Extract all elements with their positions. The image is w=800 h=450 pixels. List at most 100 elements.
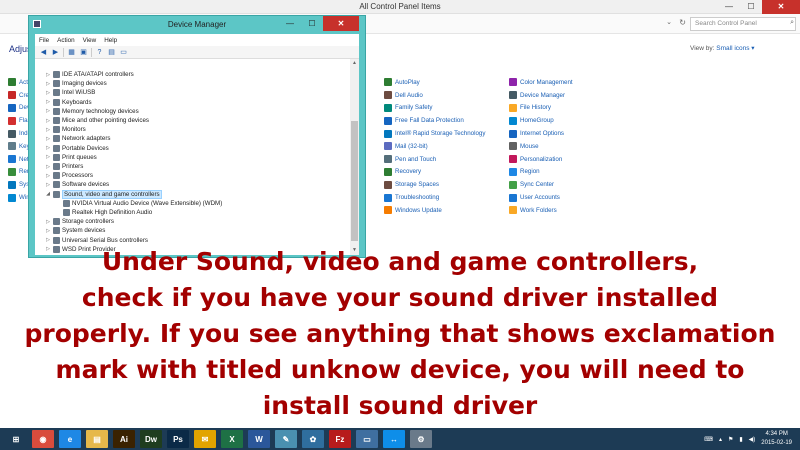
tree-item-ide-ata-atapi-controllers[interactable]: ▷ IDE ATA/ATAPI controllers: [45, 70, 134, 79]
cp-item-mouse[interactable]: Mouse: [509, 140, 573, 153]
expand-arrow-icon[interactable]: ▷: [45, 182, 51, 188]
tree-item-storage-controllers[interactable]: ▷ Storage controllers: [45, 217, 114, 226]
menu-action[interactable]: Action: [57, 37, 75, 44]
cp-item-device-manager[interactable]: Device Manager: [509, 89, 573, 102]
expand-arrow-icon[interactable]: ▷: [45, 90, 51, 96]
tree-item-software-devices[interactable]: ▷ Software devices: [45, 180, 109, 189]
menu-help[interactable]: Help: [104, 37, 117, 44]
view-by-dropdown[interactable]: Small icons ▾: [716, 45, 754, 52]
tree-item-imaging-devices[interactable]: ▷ Imaging devices: [45, 79, 107, 88]
dreamweaver-icon[interactable]: Dw: [140, 430, 162, 448]
menu-file[interactable]: File: [39, 37, 49, 44]
cp-item-windows-update[interactable]: Windows Update: [384, 204, 485, 217]
keyboard-icon[interactable]: ⌨: [704, 436, 713, 443]
tree-item-nvidia-virtual-audio-device-wave-extensible-wdm[interactable]: NVIDIA Virtual Audio Device (Wave Extens…: [55, 199, 222, 208]
cp-item-work-folders[interactable]: Work Folders: [509, 204, 573, 217]
monitor-icon[interactable]: ▭: [119, 48, 128, 57]
cp-item-recovery[interactable]: Recovery: [384, 166, 485, 179]
expand-arrow-icon[interactable]: ▷: [45, 99, 51, 105]
update-icon[interactable]: ▣: [79, 48, 88, 57]
photoshop-icon[interactable]: Ps: [167, 430, 189, 448]
expand-arrow-icon[interactable]: ▷: [45, 118, 51, 124]
cp-item-file-history[interactable]: File History: [509, 102, 573, 115]
tree-item-sound-video-and-game-controllers[interactable]: ◢ Sound, video and game controllers: [45, 189, 162, 199]
cp-item-pen-and-touch[interactable]: Pen and Touch: [384, 153, 485, 166]
cp-item-storage-spaces[interactable]: Storage Spaces: [384, 178, 485, 191]
cp-item-user-accounts[interactable]: User Accounts: [509, 191, 573, 204]
chevron-down-icon[interactable]: ⌄: [666, 18, 672, 26]
cp-item-mail-32-bit[interactable]: Mail (32-bit): [384, 140, 485, 153]
tree-item-system-devices[interactable]: ▷ System devices: [45, 226, 105, 235]
expand-arrow-icon[interactable]: ▷: [45, 81, 51, 87]
expand-arrow-icon[interactable]: ▷: [45, 219, 51, 225]
expand-arrow-icon[interactable]: ▷: [45, 136, 51, 142]
word-icon[interactable]: W: [248, 430, 270, 448]
chevron-up-icon[interactable]: ▴: [719, 436, 722, 443]
illustrator-icon[interactable]: Ai: [113, 430, 135, 448]
filezilla-icon[interactable]: Fz: [329, 430, 351, 448]
cp-item-personalization[interactable]: Personalization: [509, 153, 573, 166]
cp-item-color-management[interactable]: Color Management: [509, 76, 573, 89]
cp-item-family-safety[interactable]: Family Safety: [384, 102, 485, 115]
expand-arrow-icon[interactable]: ▷: [45, 228, 51, 234]
teamviewer-icon[interactable]: ↔: [383, 430, 405, 448]
tree-item-mice-and-other-pointing-devices[interactable]: ▷ Mice and other pointing devices: [45, 116, 149, 125]
explorer-icon[interactable]: ▤: [86, 430, 108, 448]
excel-icon[interactable]: X: [221, 430, 243, 448]
tree-item-print-queues[interactable]: ▷ Print queues: [45, 153, 97, 162]
close-button[interactable]: ✕: [762, 0, 800, 14]
cp-item-dell-audio[interactable]: Dell Audio: [384, 89, 485, 102]
expand-arrow-icon[interactable]: ▷: [45, 108, 51, 114]
expand-arrow-icon[interactable]: ▷: [45, 127, 51, 133]
expand-arrow-icon[interactable]: ▷: [45, 237, 51, 243]
maximize-button[interactable]: ☐: [740, 0, 762, 14]
ie-icon[interactable]: e: [59, 430, 81, 448]
dm-maximize-button[interactable]: ☐: [301, 16, 323, 31]
expand-arrow-icon[interactable]: ▷: [45, 145, 51, 151]
cp-item-sync-center[interactable]: Sync Center: [509, 178, 573, 191]
remote-icon[interactable]: ▭: [356, 430, 378, 448]
tree-item-intel-wiusb[interactable]: ▷ Intel WiUSB: [45, 88, 95, 97]
tree-item-processors[interactable]: ▷ Processors: [45, 171, 93, 180]
cp-item-free-fall-data-protection[interactable]: Free Fall Data Protection: [384, 114, 485, 127]
properties-icon[interactable]: ▦: [67, 48, 76, 57]
tree-item-monitors[interactable]: ▷ Monitors: [45, 125, 86, 134]
tree-item-portable-devices[interactable]: ▷ Portable Devices: [45, 144, 109, 153]
tree-item-printers[interactable]: ▷ Printers: [45, 162, 83, 171]
cp-item-region[interactable]: Region: [509, 166, 573, 179]
volume-icon[interactable]: ◀): [749, 436, 756, 443]
expand-arrow-icon[interactable]: ▷: [45, 72, 51, 78]
network-icon[interactable]: ▮: [739, 436, 742, 443]
expand-arrow-icon[interactable]: ▷: [45, 173, 51, 179]
cp-item-internet-options[interactable]: Internet Options: [509, 127, 573, 140]
expand-arrow-icon[interactable]: ▷: [45, 164, 51, 170]
tree-item-memory-technology-devices[interactable]: ▷ Memory technology devices: [45, 107, 139, 116]
menu-view[interactable]: View: [83, 37, 97, 44]
cp-item-autoplay[interactable]: AutoPlay: [384, 76, 485, 89]
dm-close-button[interactable]: ✕: [323, 16, 359, 31]
chrome-icon[interactable]: ◉: [32, 430, 54, 448]
search-input[interactable]: Search Control Panel: [690, 17, 796, 31]
flag-icon[interactable]: ⚑: [728, 436, 733, 443]
cp-item-intel-rapid-storage-technology[interactable]: Intel® Rapid Storage Technology: [384, 127, 485, 140]
cp-item-troubleshooting[interactable]: Troubleshooting: [384, 191, 485, 204]
help-icon[interactable]: ?: [95, 48, 104, 57]
start-icon[interactable]: ⊞: [5, 430, 27, 448]
tree-item-realtek-high-definition-audio[interactable]: Realtek High Definition Audio: [55, 208, 152, 217]
outlook-icon[interactable]: ✉: [194, 430, 216, 448]
dm-minimize-button[interactable]: —: [279, 16, 301, 31]
back-icon[interactable]: ◀: [39, 48, 48, 57]
tree-item-network-adapters[interactable]: ▷ Network adapters: [45, 134, 111, 143]
cp-item-homegroup[interactable]: HomeGroup: [509, 114, 573, 127]
minimize-button[interactable]: —: [718, 0, 740, 14]
expanded-arrow-icon[interactable]: ◢: [45, 191, 51, 197]
forward-icon[interactable]: ▶: [51, 48, 60, 57]
scroll-up-icon[interactable]: ▲: [350, 59, 359, 68]
scrollbar-thumb[interactable]: [351, 121, 358, 241]
tree-item-keyboards[interactable]: ▷ Keyboards: [45, 98, 92, 107]
tree-scrollbar[interactable]: ▲ ▼: [350, 59, 359, 255]
paint-icon[interactable]: ✿: [302, 430, 324, 448]
notepad-icon[interactable]: ✎: [275, 430, 297, 448]
scan-hardware-icon[interactable]: ▤: [107, 48, 116, 57]
refresh-icon[interactable]: ↻: [679, 18, 686, 27]
